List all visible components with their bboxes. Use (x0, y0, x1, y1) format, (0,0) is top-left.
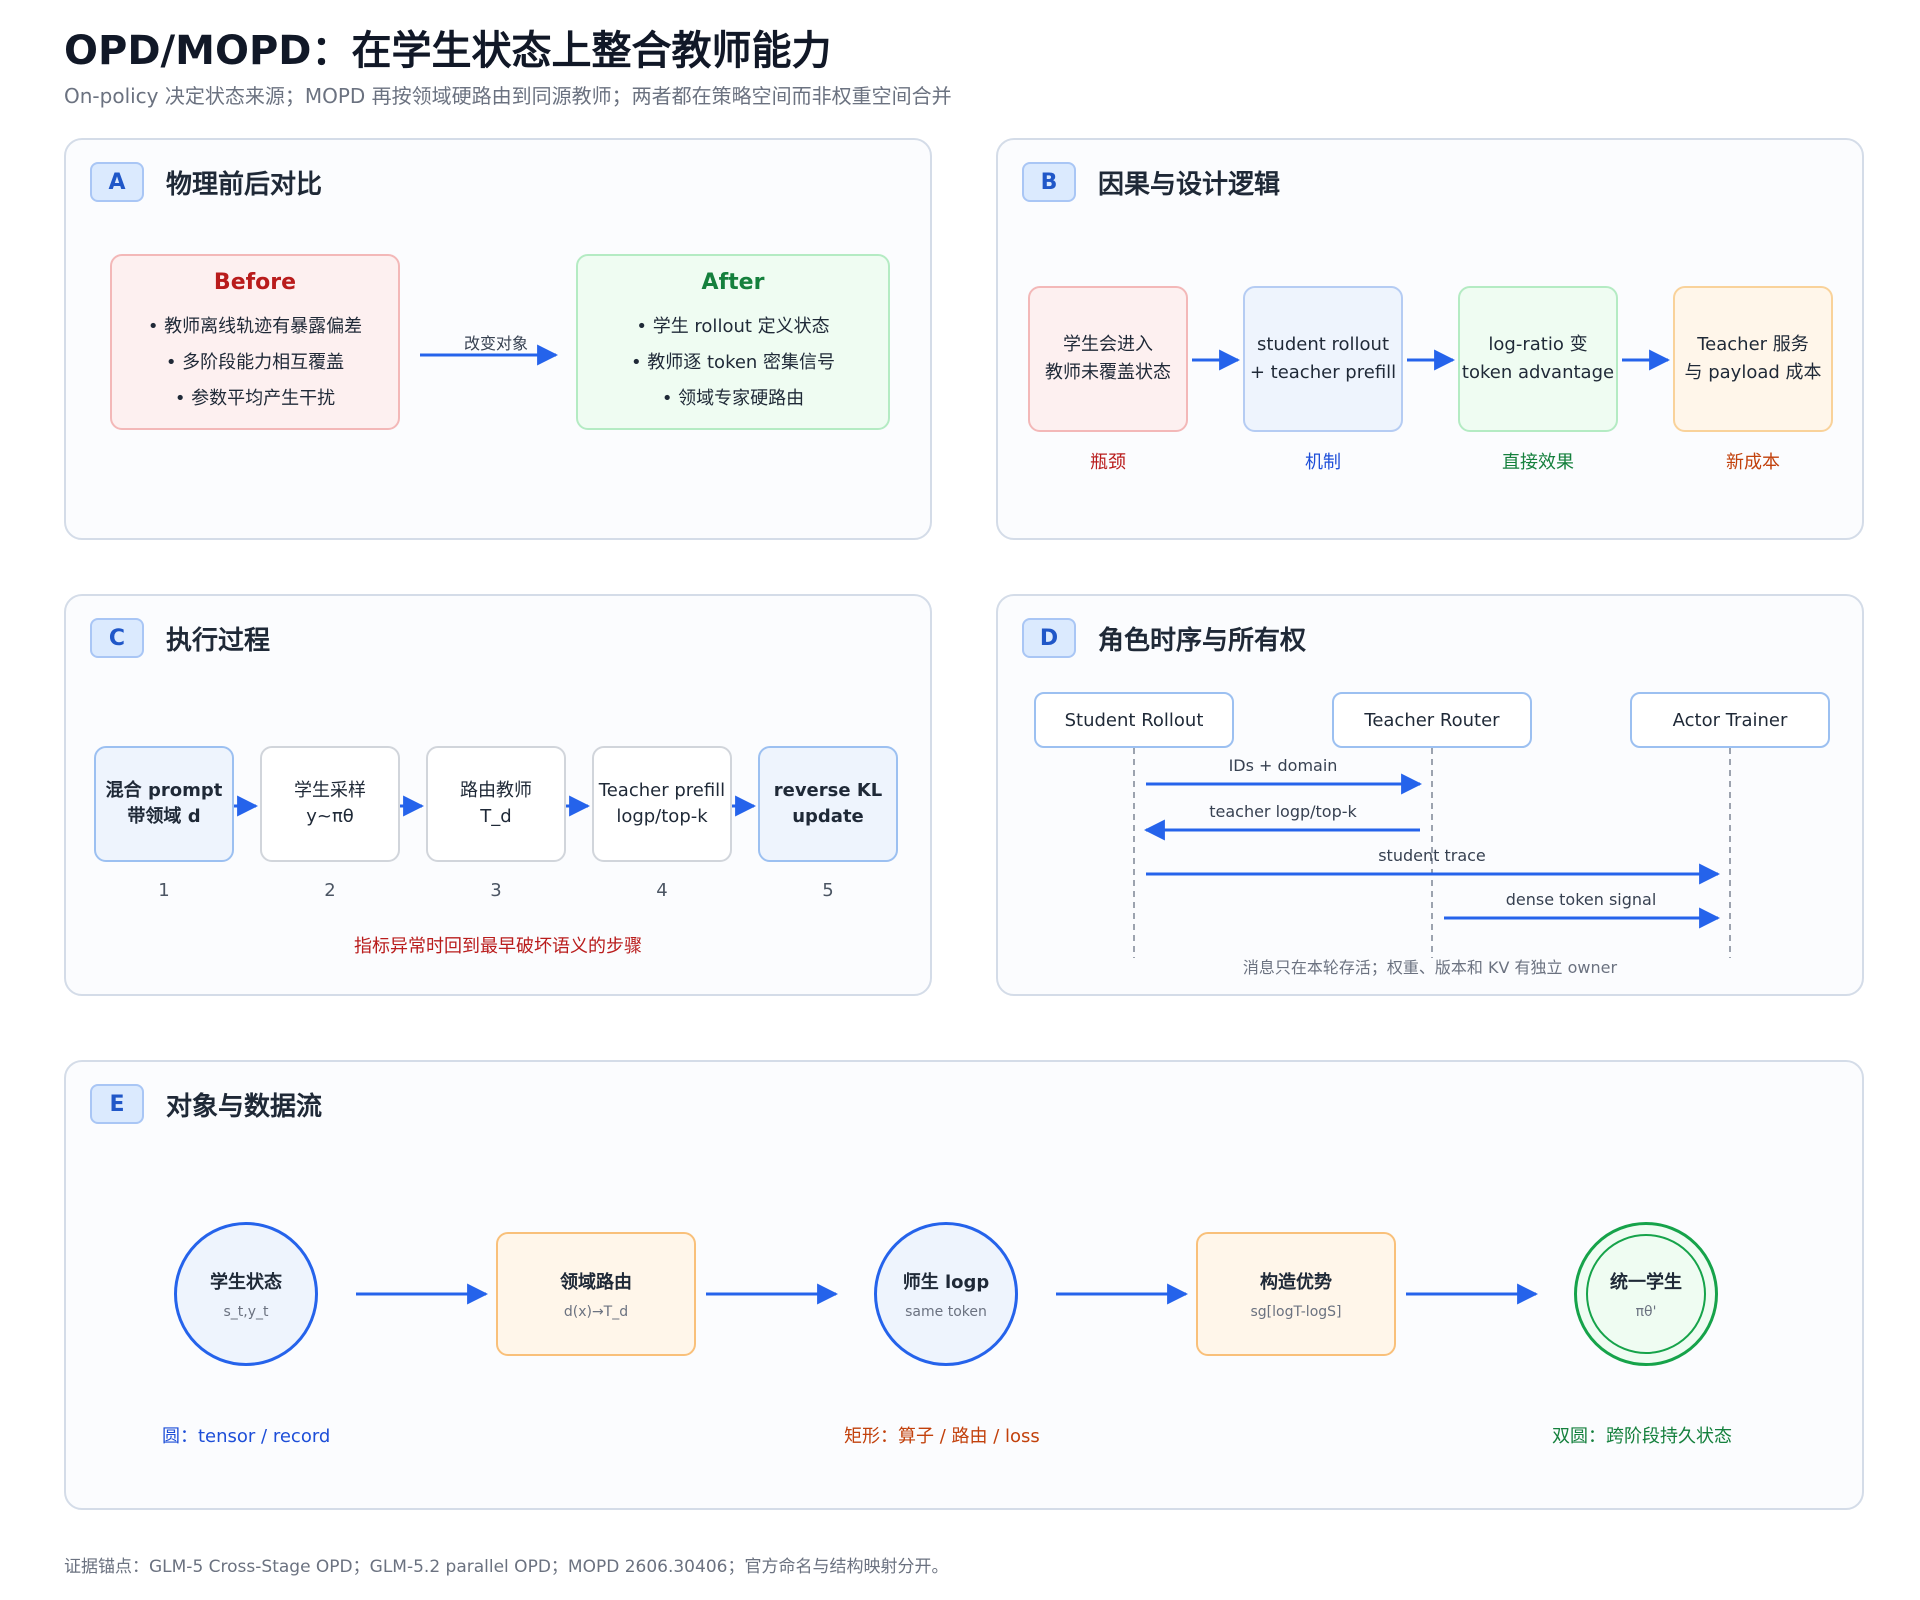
cause-arrows (1192, 349, 1671, 371)
before-item: • 教师离线轨迹有暴露偏差 (147, 315, 363, 337)
page-title: OPD/MOPD：在学生状态上整合教师能力 (64, 28, 832, 74)
exec-step-num: 4 (656, 880, 668, 901)
exec-step-num: 1 (158, 880, 170, 901)
actor-teacher-router: Teacher Router (1332, 692, 1532, 748)
exec-arrows (234, 795, 757, 817)
after-box: After • 学生 rollout 定义状态 • 教师逐 token 密集信号… (576, 254, 890, 430)
panel-e-badge: E (90, 1084, 144, 1124)
footer-evidence: 证据锚点：GLM-5 Cross-Stage OPD；GLM-5.2 paral… (64, 1557, 949, 1577)
after-item: • 学生 rollout 定义状态 (636, 315, 830, 337)
panel-a-badge: A (90, 162, 144, 202)
exec-note: 指标异常时回到最早破坏语义的步骤 (354, 936, 642, 957)
exec-step-num: 5 (822, 880, 834, 901)
caption-effect: 直接效果 (1502, 452, 1574, 473)
actor-actor-trainer: Actor Trainer (1630, 692, 1830, 748)
page-subtitle: On-policy 决定状态来源；MOPD 再按领域硬路由到同源教师；两者都在策… (64, 84, 952, 108)
msg-label-ids: IDs + domain (1228, 756, 1338, 775)
before-box: Before • 教师离线轨迹有暴露偏差 • 多阶段能力相互覆盖 • 参数平均产… (110, 254, 400, 430)
after-item: • 教师逐 token 密集信号 (630, 351, 836, 373)
caption-bottleneck: 瓶颈 (1090, 452, 1126, 473)
legend-double-circle: 双圆：跨阶段持久状态 (1552, 1426, 1732, 1447)
msg-label-dense-signal: dense token signal (1505, 890, 1657, 909)
exec-step-num: 2 (324, 880, 336, 901)
after-item: • 领域专家硬路由 (661, 387, 805, 409)
panel-d: D 角色时序与所有权 Student Rollout Teacher Route… (996, 594, 1864, 996)
msg-label-teacher-logp: teacher logp/top-k (1209, 802, 1357, 821)
panel-c: C 执行过程 混合 prompt 带领域 d 学生采样 y~πθ 路由教师 T_… (64, 594, 932, 996)
change-arrow (420, 344, 559, 366)
panel-b: B 因果与设计逻辑 学生会进入 教师未覆盖状态 student rollout … (996, 138, 1864, 540)
before-item: • 参数平均产生干扰 (174, 387, 336, 409)
msg-label-student-trace: student trace (1378, 846, 1486, 865)
actor-student-rollout: Student Rollout (1034, 692, 1234, 748)
flow-arrows (356, 1283, 1539, 1305)
panel-b-title: 因果与设计逻辑 (1098, 170, 1281, 200)
before-title: Before (213, 269, 297, 295)
panel-e: E 对象与数据流 学生状态 s_t,y_t 领域路由 d(x)→T_d 师生 l… (64, 1060, 1864, 1510)
caption-cost: 新成本 (1726, 452, 1780, 473)
exec-step-num: 3 (490, 880, 502, 901)
before-item: • 多阶段能力相互覆盖 (165, 351, 345, 373)
panel-b-badge: B (1022, 162, 1076, 202)
panel-e-title: 对象与数据流 (166, 1092, 323, 1122)
legend-rect: 矩形：算子 / 路由 / loss (844, 1426, 1040, 1447)
panel-c-badge: C (90, 618, 144, 658)
panel-a: A 物理前后对比 Before • 教师离线轨迹有暴露偏差 • 多阶段能力相互覆… (64, 138, 932, 540)
caption-mechanism: 机制 (1305, 452, 1341, 473)
after-title: After (701, 269, 765, 295)
panel-a-title: 物理前后对比 (166, 170, 323, 200)
sequence-lifelines (1133, 748, 1731, 958)
sequence-note: 消息只在本轮存活；权重、版本和 KV 有独立 owner (1242, 958, 1618, 977)
legend-circle: 圆：tensor / record (162, 1426, 331, 1447)
panel-c-title: 执行过程 (166, 626, 271, 656)
